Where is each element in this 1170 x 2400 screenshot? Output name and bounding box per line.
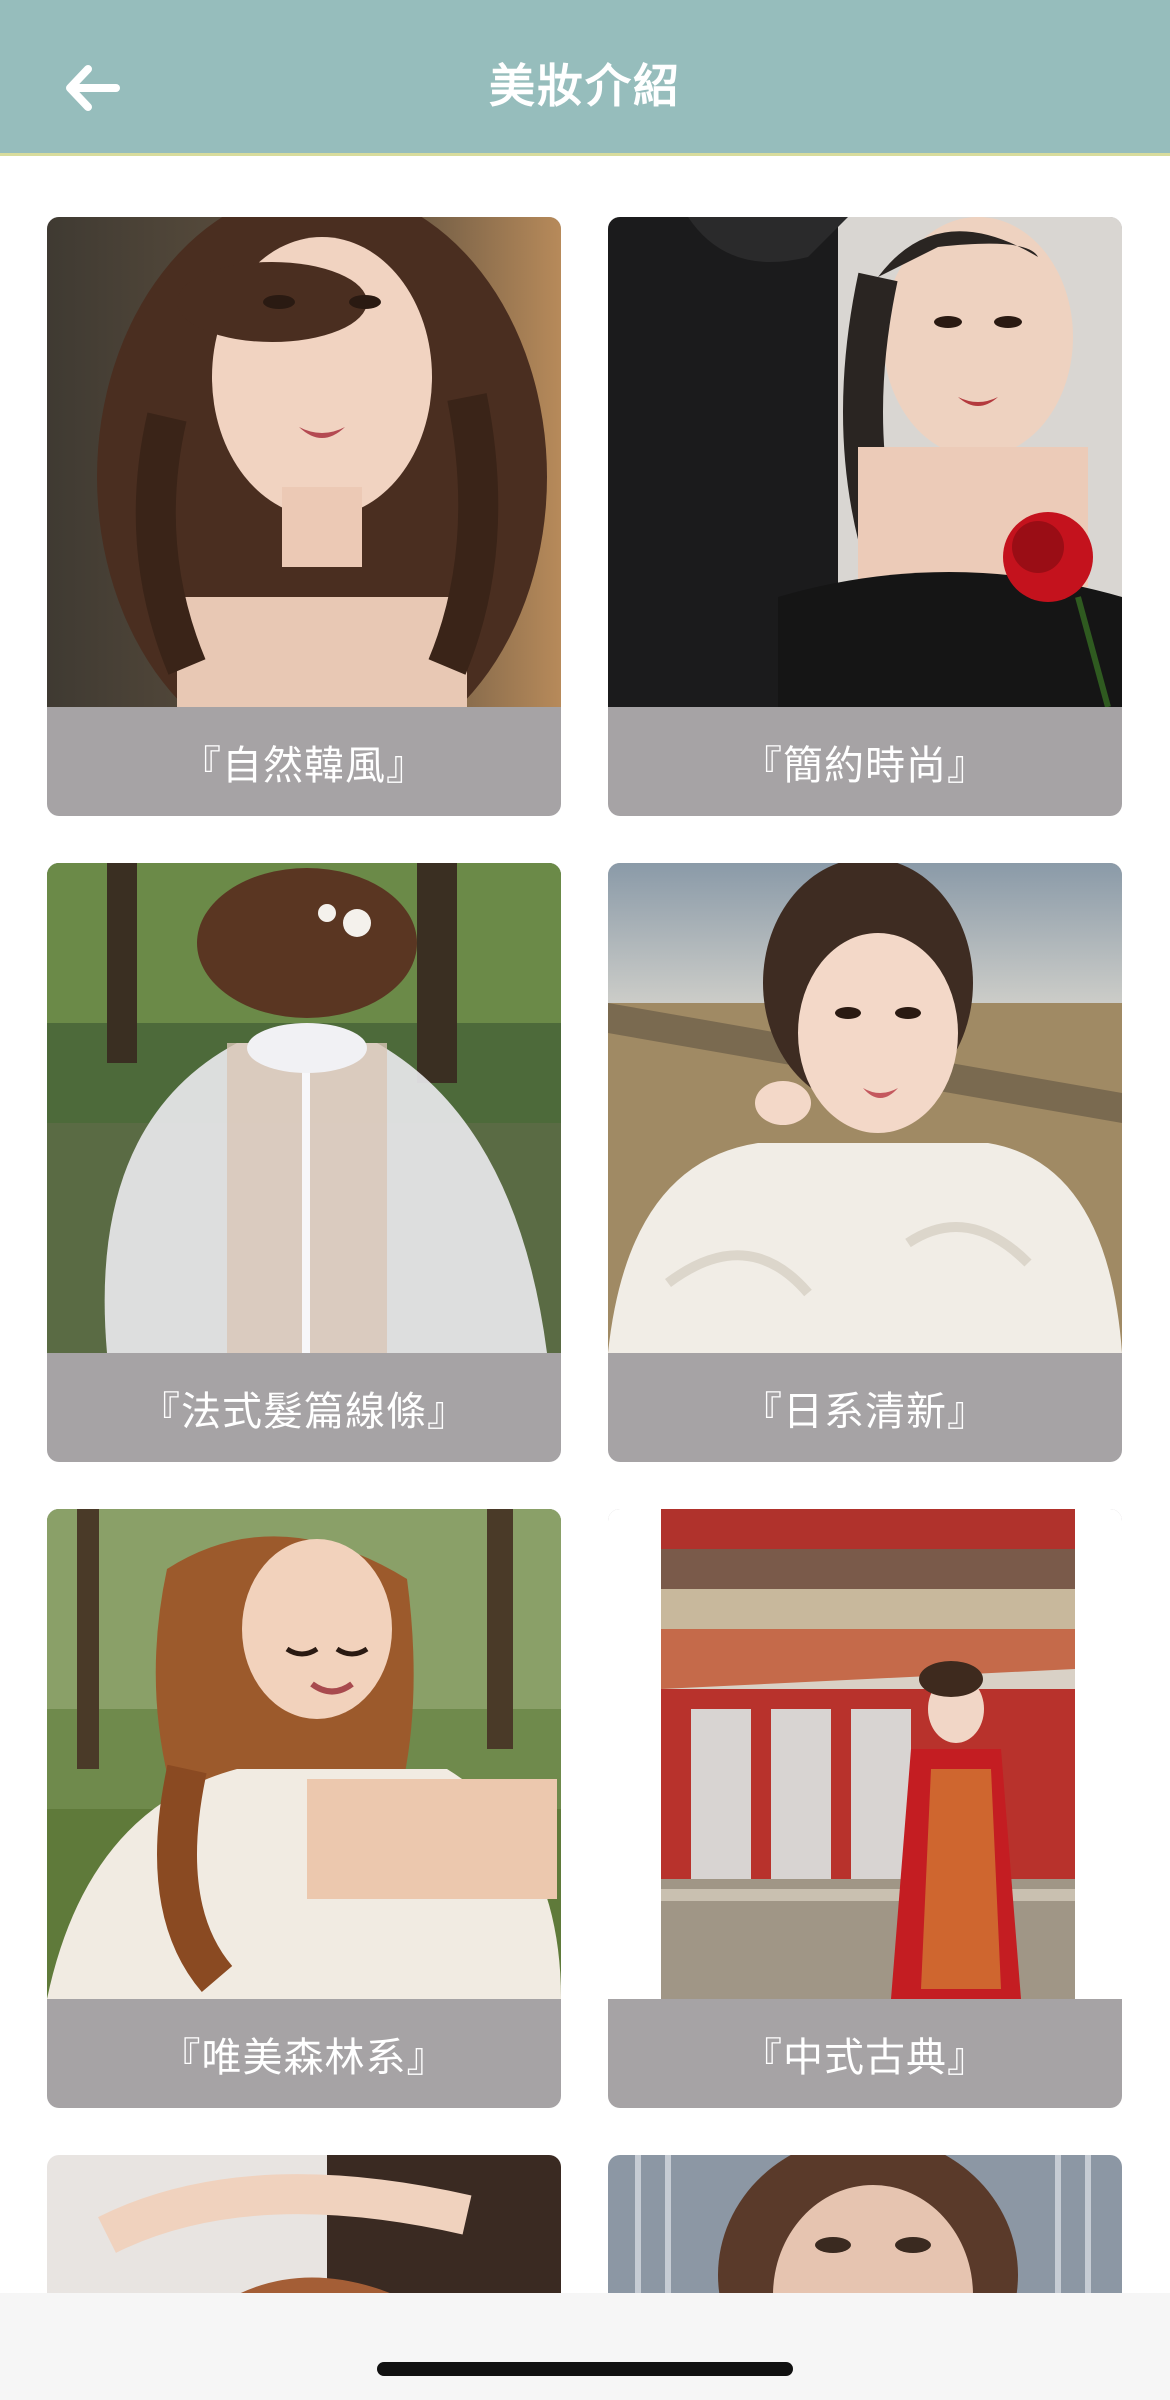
style-card-chinese-classic[interactable]: 『中式古典』: [608, 1509, 1122, 2108]
style-photo: [608, 863, 1122, 1353]
style-card-french-hair[interactable]: 『法式髮篇線條』: [47, 863, 561, 1462]
style-label: 『唯美森林系』: [160, 2034, 448, 2081]
style-photo: [608, 217, 1122, 707]
style-label: 『法式髮篇線條』: [140, 1388, 468, 1435]
style-label: 『自然韓風』: [181, 742, 427, 789]
app-header: 美妝介紹: [0, 0, 1170, 156]
style-card-partial-right[interactable]: [608, 2155, 1122, 2300]
home-indicator[interactable]: [377, 2362, 793, 2376]
page-title: 美妝介紹: [489, 59, 681, 113]
style-photo: [47, 1509, 561, 1999]
style-card-natural-korean[interactable]: 『自然韓風』: [47, 217, 561, 816]
style-label: 『中式古典』: [742, 2034, 988, 2081]
style-photo: [47, 863, 561, 1353]
style-photo: [47, 217, 561, 707]
style-card-japanese-fresh[interactable]: 『日系清新』: [608, 863, 1122, 1462]
style-label: 『日系清新』: [742, 1388, 988, 1435]
style-card-forest[interactable]: 『唯美森林系』: [47, 1509, 561, 2108]
style-photo: [608, 1509, 1122, 1999]
home-indicator-area: [0, 2293, 1170, 2400]
style-label: 『簡約時尚』: [742, 742, 988, 789]
style-card-partial-left[interactable]: [47, 2155, 561, 2300]
style-card-simple-fashion[interactable]: 『簡約時尚』: [608, 217, 1122, 816]
